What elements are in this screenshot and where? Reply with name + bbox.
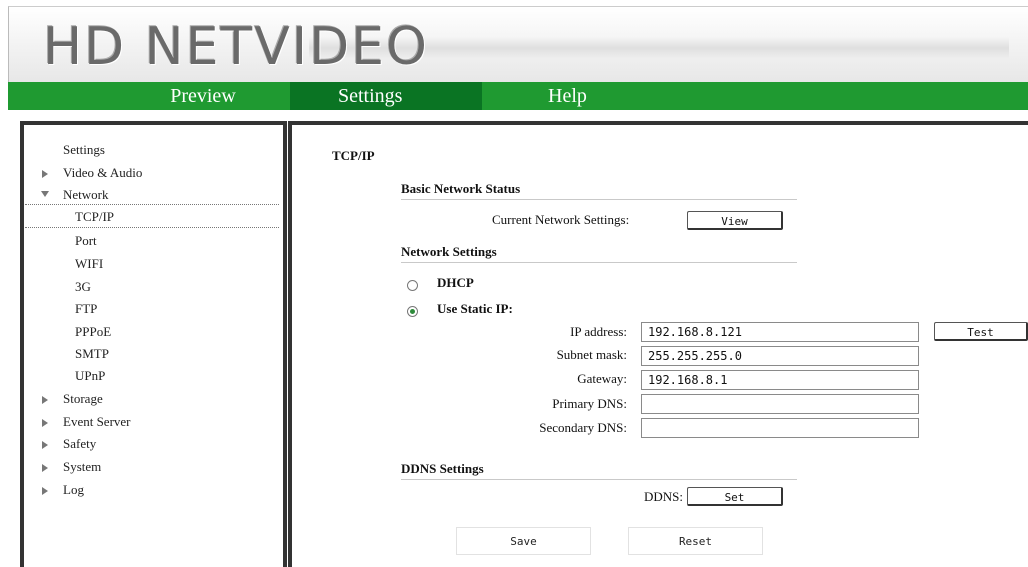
ddns-heading: DDNS Settings — [401, 461, 484, 476]
sidebar-title: Settings — [63, 142, 105, 157]
sidebar-item-upnp[interactable]: UPnP — [75, 368, 105, 384]
sidebar-item-storage[interactable]: Storage — [63, 391, 103, 407]
sidebar-selected-highlight — [25, 204, 279, 228]
secondary-dns-input[interactable] — [641, 418, 919, 438]
sidebar-item-smtp[interactable]: SMTP — [75, 346, 109, 362]
subnet-mask-label: Subnet mask: — [556, 347, 627, 362]
tab-help[interactable]: Help — [548, 82, 628, 110]
sidebar-item-3g[interactable]: 3G — [75, 279, 91, 295]
main-nav: Preview Settings Help — [8, 82, 1028, 110]
tab-settings[interactable]: Settings — [290, 82, 482, 110]
radio-selected-dot — [410, 309, 415, 314]
sidebar-item-wifi[interactable]: WIFI — [75, 256, 103, 272]
sidebar-item-port[interactable]: Port — [75, 233, 97, 249]
app-header: HD NETVIDEO — [8, 6, 1028, 83]
ddns-label: DDNS: — [643, 489, 683, 504]
dhcp-radio[interactable] — [407, 280, 418, 291]
tab-preview[interactable]: Preview — [128, 82, 278, 110]
save-button[interactable]: Save — [456, 527, 591, 555]
collapse-arrow-icon[interactable] — [41, 191, 49, 197]
test-button[interactable]: Test — [934, 322, 1028, 341]
ip-address-input[interactable]: 192.168.8.121 — [641, 322, 919, 342]
ddns-set-button[interactable]: Set — [687, 487, 783, 506]
reset-button[interactable]: Reset — [628, 527, 763, 555]
view-button[interactable]: View — [687, 211, 783, 230]
expand-arrow-icon[interactable] — [42, 441, 48, 449]
sidebar-item-log[interactable]: Log — [63, 482, 84, 498]
sidebar-item-network[interactable]: Network — [63, 187, 109, 203]
basic-status-heading: Basic Network Status — [401, 181, 521, 196]
sidebar-item-ftp[interactable]: FTP — [75, 301, 97, 317]
subnet-mask-input[interactable]: 255.255.255.0 — [641, 346, 919, 366]
static-ip-label: Use Static IP: — [437, 301, 513, 316]
expand-arrow-icon[interactable] — [42, 396, 48, 404]
network-settings-heading: Network Settings — [401, 244, 497, 259]
ip-address-label: IP address: — [570, 324, 627, 339]
app-logo: HD NETVIDEO — [43, 17, 429, 77]
divider — [401, 199, 797, 200]
sidebar-item-safety[interactable]: Safety — [63, 436, 96, 452]
dhcp-label: DHCP — [437, 275, 474, 290]
sidebar-item-tcpip[interactable]: TCP/IP — [75, 209, 114, 225]
primary-dns-label: Primary DNS: — [552, 396, 627, 411]
secondary-dns-label: Secondary DNS: — [539, 420, 627, 435]
sidebar-item-pppoe[interactable]: PPPoE — [75, 324, 111, 340]
gateway-label: Gateway: — [577, 371, 627, 386]
sidebar-item-video-audio[interactable]: Video & Audio — [63, 165, 142, 181]
divider — [401, 479, 797, 480]
gateway-input[interactable]: 192.168.8.1 — [641, 370, 919, 390]
page-title: TCP/IP — [332, 148, 375, 163]
sidebar — [20, 121, 287, 567]
expand-arrow-icon[interactable] — [42, 170, 48, 178]
sidebar-item-system[interactable]: System — [63, 459, 101, 475]
expand-arrow-icon[interactable] — [42, 464, 48, 472]
primary-dns-input[interactable] — [641, 394, 919, 414]
expand-arrow-icon[interactable] — [42, 487, 48, 495]
divider — [401, 262, 797, 263]
current-network-label: Current Network Settings: — [492, 212, 630, 227]
static-ip-radio[interactable] — [407, 306, 418, 317]
sidebar-item-event-server[interactable]: Event Server — [63, 414, 131, 430]
expand-arrow-icon[interactable] — [42, 419, 48, 427]
